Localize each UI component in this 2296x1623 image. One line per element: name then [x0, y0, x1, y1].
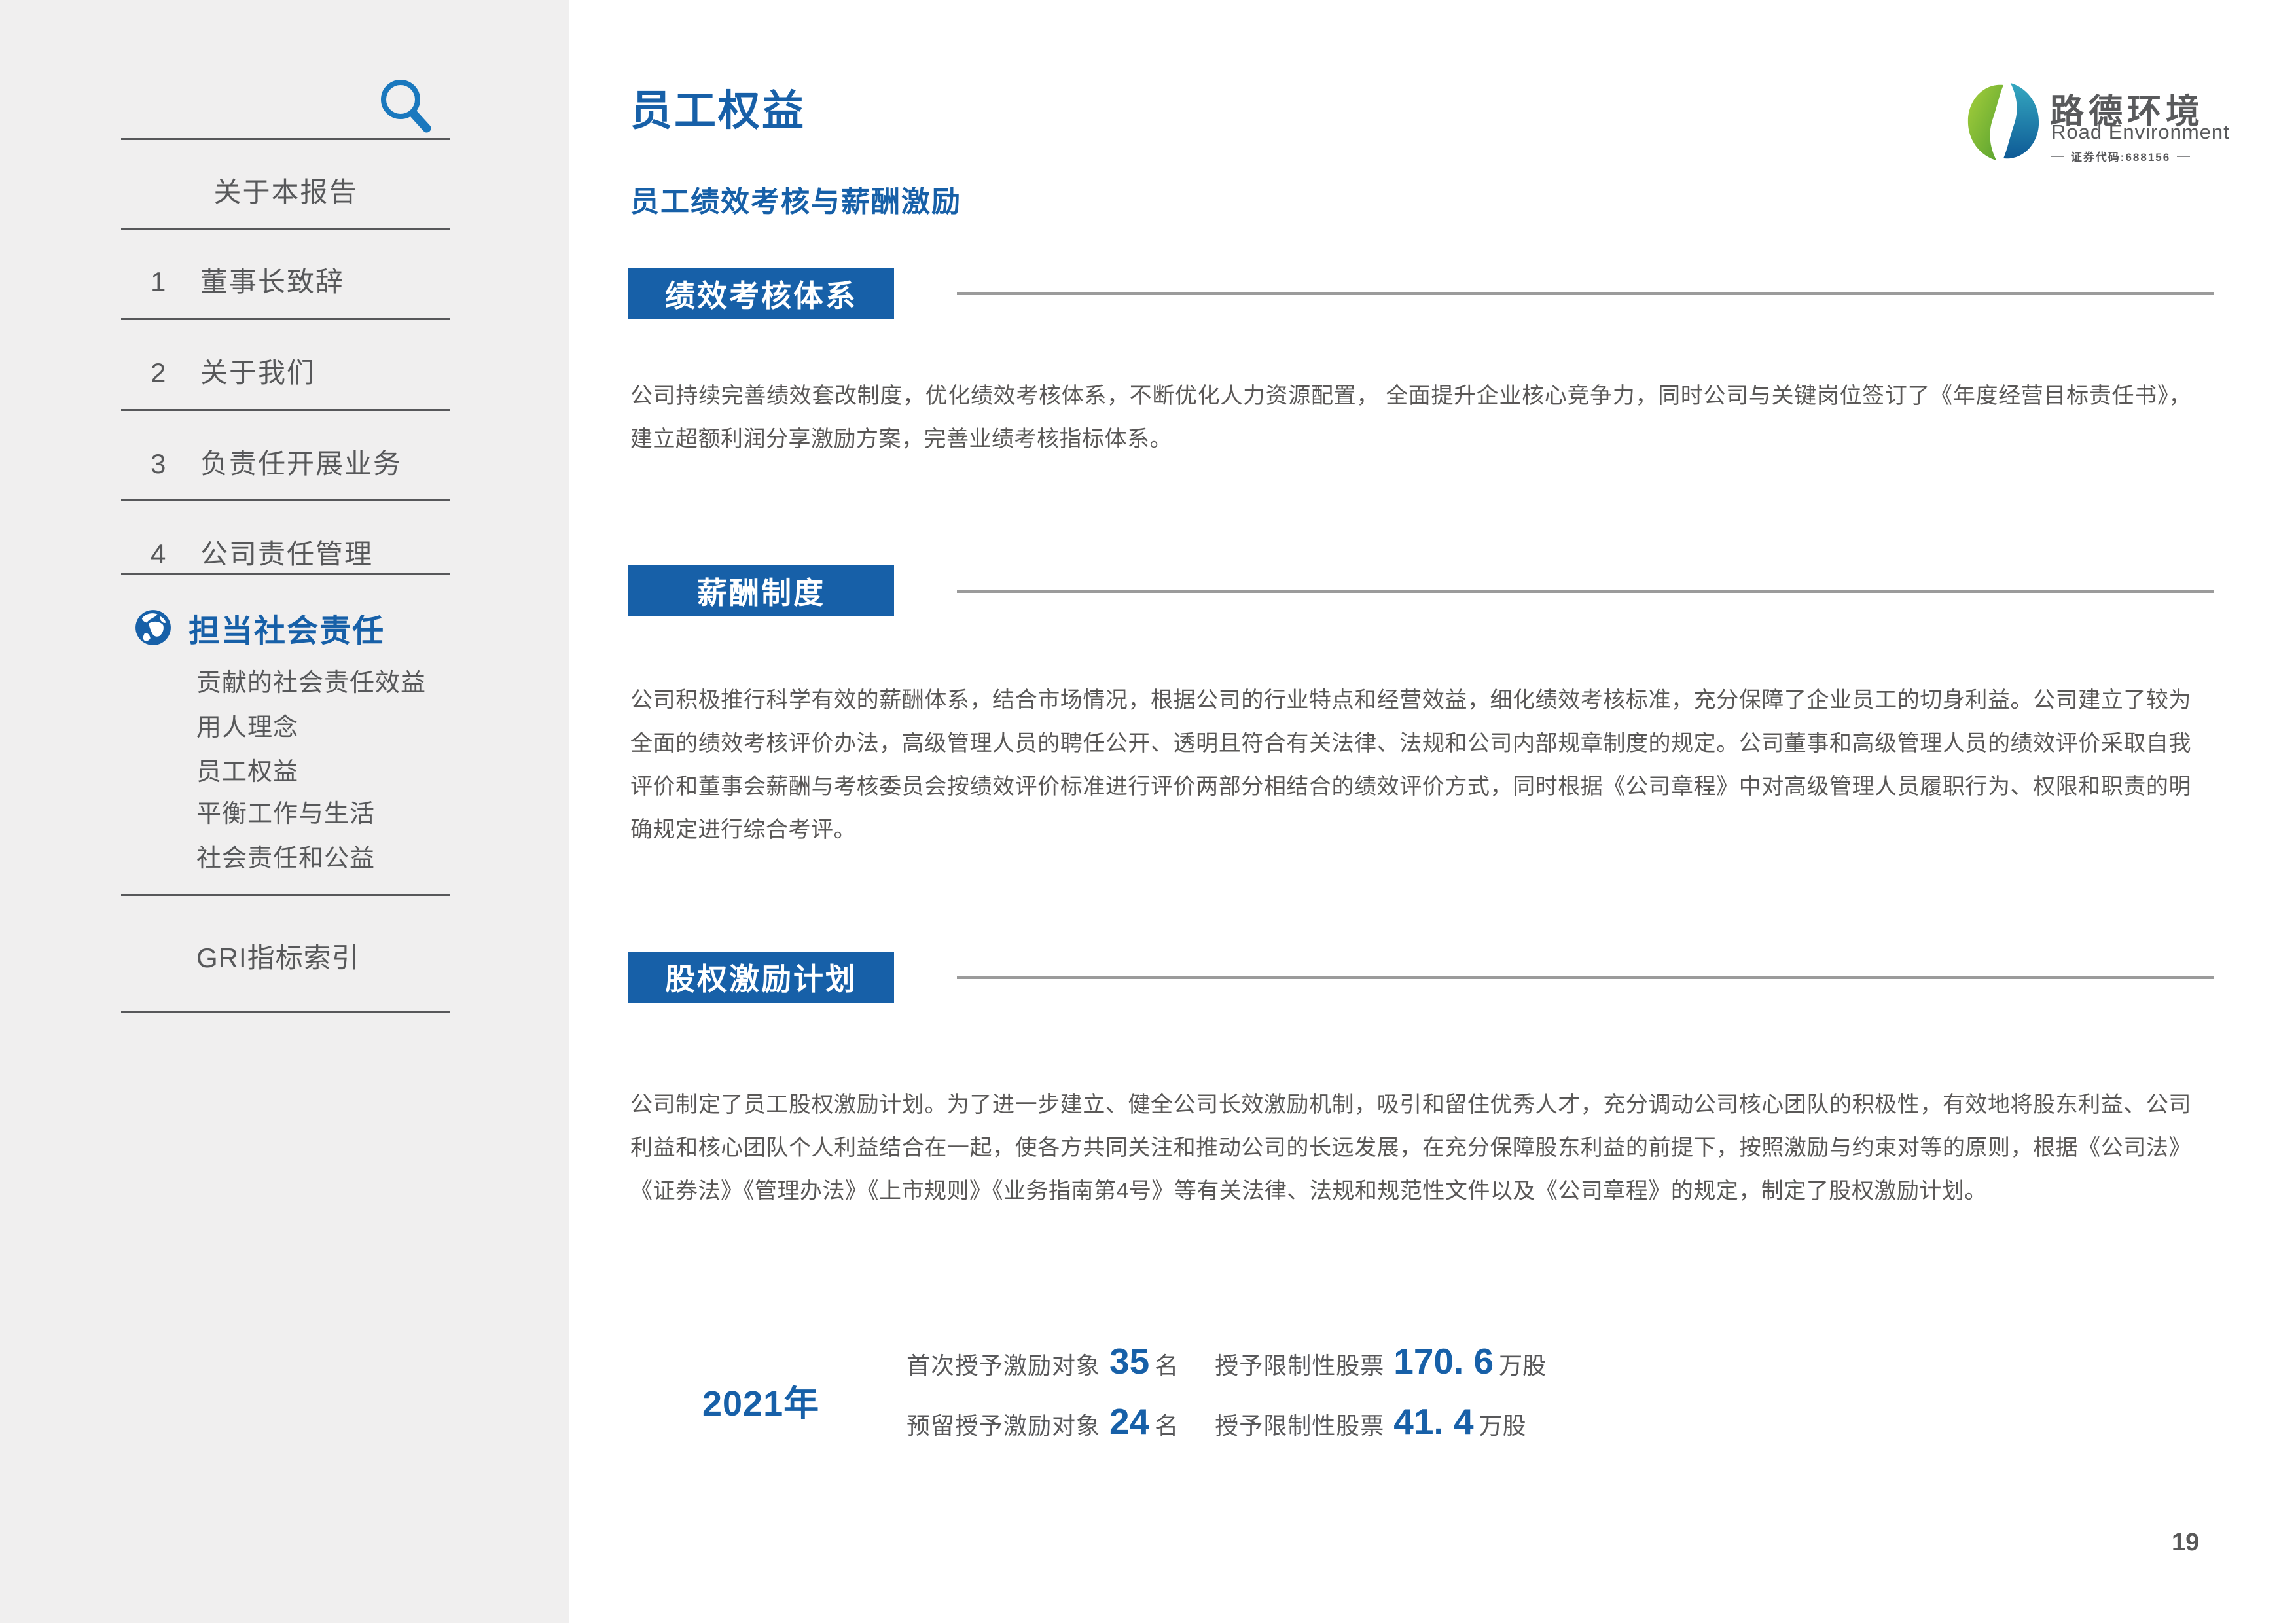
item-number: 2 — [151, 357, 200, 389]
sidebar-item-social-responsibility-active[interactable]: 担当社会责任 — [135, 605, 385, 651]
section-heading-salary-system: 薪酬制度 — [628, 565, 894, 616]
item-label: 公司责任管理 — [200, 532, 373, 572]
stat-label: 授予限制性股票 — [1215, 1347, 1384, 1381]
sidebar-item-chairman-speech[interactable]: 1 董事长致辞 — [151, 260, 344, 300]
section-rule-line — [957, 292, 2214, 295]
section-body-performance-appraisal: 公司持续完善绩效套改制度，优化绩效考核体系，不断优化人力资源配置， 全面提升企业… — [630, 374, 2191, 461]
section-heading-equity-incentive: 股权激励计划 — [628, 952, 894, 1003]
sidebar-item-gri-index[interactable]: GRI指标索引 — [196, 936, 360, 976]
stat-unit: 万股 — [1499, 1347, 1546, 1381]
active-section-label: 担当社会责任 — [188, 605, 385, 651]
divider — [121, 138, 450, 140]
stat-value: 41. 4 — [1393, 1400, 1473, 1442]
sidebar-subitem-charity[interactable]: 社会责任和公益 — [196, 838, 375, 874]
stat-label: 首次授予激励对象 — [906, 1347, 1100, 1381]
section-rule-line — [957, 976, 2214, 979]
logo-company-name-en: Road Environment — [2051, 120, 2230, 144]
sidebar-item-about-report[interactable]: 关于本报告 — [121, 170, 450, 210]
item-label: 关于我们 — [200, 351, 315, 391]
sidebar-item-about-us[interactable]: 2 关于我们 — [151, 351, 315, 391]
search-icon[interactable] — [374, 73, 437, 135]
stats-year-label: 2021年 — [702, 1374, 819, 1426]
page-title: 员工权益 — [630, 77, 806, 137]
sidebar: 关于本报告 1 董事长致辞 2 关于我们 3 负责任开展业务 4 公司责任管理 — [0, 0, 569, 1623]
divider — [121, 573, 450, 575]
item-number: 3 — [151, 448, 200, 480]
divider — [121, 409, 450, 411]
stock-code-text: 证券代码:688156 — [2071, 148, 2170, 164]
divider — [121, 228, 450, 230]
dash-line — [2051, 156, 2064, 157]
sidebar-subitem-talent-philosophy[interactable]: 用人理念 — [196, 707, 298, 743]
sidebar-item-responsible-business[interactable]: 3 负责任开展业务 — [151, 442, 402, 482]
stat-unit: 名 — [1155, 1407, 1178, 1441]
section-body-equity-incentive: 公司制定了员工股权激励计划。为了进一步建立、健全公司长效激励机制，吸引和留住优秀… — [630, 1083, 2191, 1213]
item-label: 董事长致辞 — [200, 260, 344, 300]
logo-stock-code: 证券代码:688156 — [2051, 148, 2190, 164]
section-heading-performance-appraisal: 绩效考核体系 — [628, 268, 894, 319]
item-label: 负责任开展业务 — [200, 442, 402, 482]
sidebar-subitem-social-benefit[interactable]: 贡献的社会责任效益 — [196, 662, 426, 698]
stats-row-reserved-grant: 预留授予激励对象 24 名 授予限制性股票 41. 4 万股 — [906, 1400, 1526, 1442]
logo-leaf-icon — [1965, 81, 2042, 162]
stat-value: 35 — [1109, 1340, 1149, 1382]
stat-unit: 万股 — [1479, 1407, 1526, 1441]
divider — [121, 894, 450, 896]
stat-label: 授予限制性股票 — [1215, 1407, 1384, 1441]
section-body-salary-system: 公司积极推行科学有效的薪酬体系，结合市场情况，根据公司的行业特点和经营效益，细化… — [630, 679, 2191, 851]
page-number: 19 — [2172, 1529, 2199, 1557]
divider — [121, 499, 450, 501]
divider — [121, 1011, 450, 1013]
item-number: 1 — [151, 266, 200, 298]
section-rule-line — [957, 590, 2214, 593]
stat-unit: 名 — [1155, 1347, 1178, 1381]
dash-line — [2177, 156, 2190, 157]
divider — [121, 318, 450, 320]
globe-icon — [135, 609, 171, 646]
report-page: 关于本报告 1 董事长致辞 2 关于我们 3 负责任开展业务 4 公司责任管理 — [0, 0, 2296, 1623]
sidebar-subitem-employee-rights[interactable]: 员工权益 — [196, 751, 298, 787]
page-subtitle: 员工绩效考核与薪酬激励 — [630, 178, 961, 220]
sidebar-subitem-work-life-balance[interactable]: 平衡工作与生活 — [196, 793, 375, 829]
stat-value: 24 — [1109, 1400, 1149, 1442]
sidebar-item-responsibility-management[interactable]: 4 公司责任管理 — [151, 532, 373, 572]
stat-label: 预留授予激励对象 — [906, 1407, 1100, 1441]
stat-value: 170. 6 — [1393, 1340, 1494, 1382]
stats-row-first-grant: 首次授予激励对象 35 名 授予限制性股票 170. 6 万股 — [906, 1340, 1546, 1382]
item-number: 4 — [151, 539, 200, 570]
